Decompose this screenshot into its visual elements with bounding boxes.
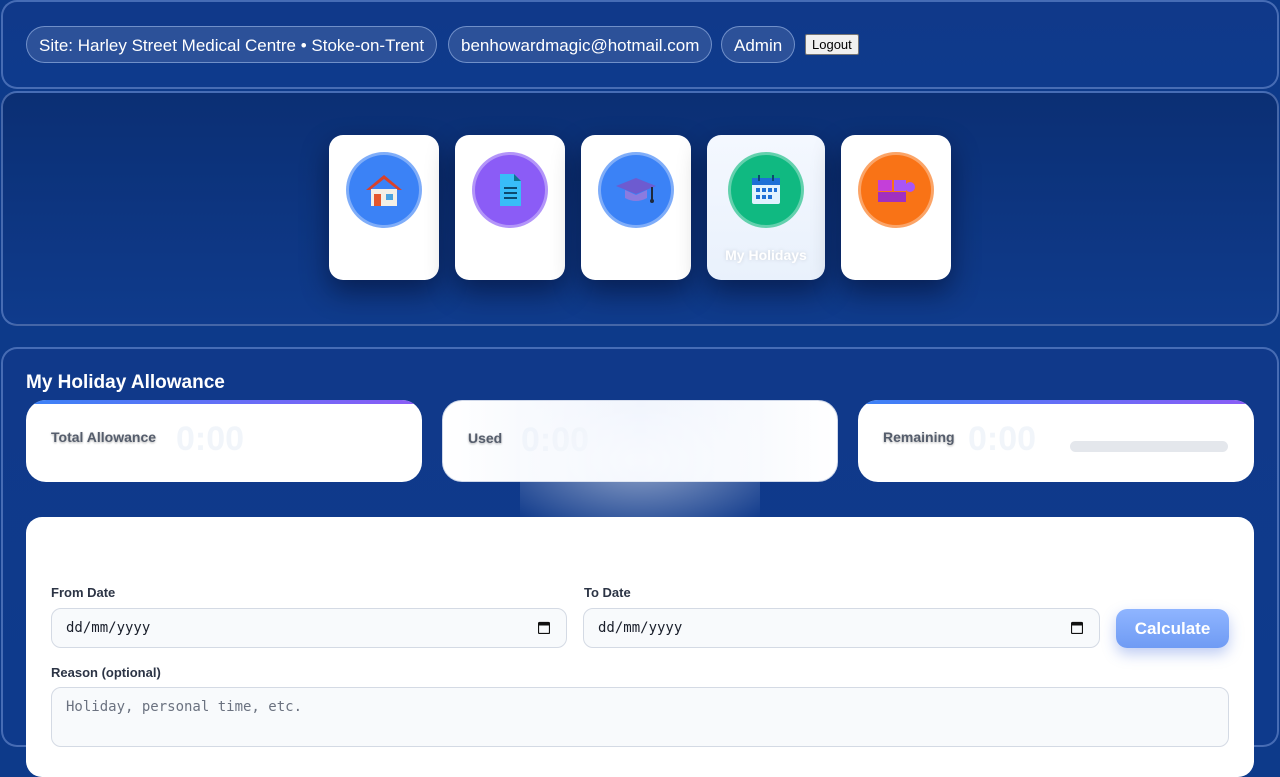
site-chip: Site: Harley Street Medical Centre • Sto… bbox=[26, 26, 438, 63]
to-date-input[interactable]: dd/mm/yyyy bbox=[583, 608, 1100, 648]
from-date-value: dd/mm/yyyy bbox=[66, 620, 151, 636]
document-icon bbox=[472, 152, 548, 228]
nav-label-my-holidays: My Holidays bbox=[725, 247, 807, 263]
stat-value: 0:00 bbox=[521, 421, 590, 459]
graduation-cap-icon bbox=[598, 152, 674, 228]
stat-label: Remaining bbox=[883, 429, 955, 445]
user-email-chip: benhowardmagic@hotmail.com bbox=[448, 26, 713, 63]
stat-value: 0:00 bbox=[176, 420, 245, 458]
calendar-icon bbox=[728, 152, 804, 228]
nav-card-training[interactable] bbox=[581, 135, 691, 280]
puzzle-icon bbox=[858, 152, 934, 228]
page-title: My Holiday Allowance bbox=[26, 372, 225, 393]
remaining-progress-bar bbox=[1070, 441, 1228, 452]
stat-remaining: Remaining 0:00 bbox=[858, 400, 1254, 482]
role-chip: Admin bbox=[721, 26, 796, 63]
house-icon bbox=[346, 152, 422, 228]
reason-label: Reason (optional) bbox=[51, 665, 161, 680]
logout-button[interactable]: Logout bbox=[805, 34, 859, 55]
from-date-label: From Date bbox=[51, 585, 116, 600]
to-date-value: dd/mm/yyyy bbox=[598, 620, 683, 636]
stat-label: Total Allowance bbox=[51, 429, 157, 445]
reason-textarea[interactable]: Holiday, personal time, etc. bbox=[51, 687, 1229, 747]
stat-label: Used bbox=[468, 430, 503, 446]
to-date-label: To Date bbox=[584, 585, 631, 600]
nav-card-home[interactable] bbox=[329, 135, 439, 280]
reason-placeholder: Holiday, personal time, etc. bbox=[66, 699, 303, 715]
from-date-input[interactable]: dd/mm/yyyy bbox=[51, 608, 567, 648]
calendar-picker-icon[interactable] bbox=[1071, 621, 1083, 634]
nav-card-my-holidays[interactable]: My Holidays bbox=[707, 135, 825, 280]
calculate-button[interactable]: Calculate bbox=[1116, 609, 1229, 648]
nav-card-tools[interactable] bbox=[841, 135, 951, 280]
stat-accent-bar bbox=[26, 400, 422, 404]
stat-total-allowance: Total Allowance 0:00 bbox=[26, 400, 422, 482]
stat-used: Used 0:00 bbox=[442, 400, 838, 482]
stat-accent-bar bbox=[858, 400, 1254, 404]
nav-card-documents[interactable] bbox=[455, 135, 565, 280]
calendar-picker-icon[interactable] bbox=[538, 621, 550, 634]
stat-value: 0:00 bbox=[968, 420, 1037, 458]
